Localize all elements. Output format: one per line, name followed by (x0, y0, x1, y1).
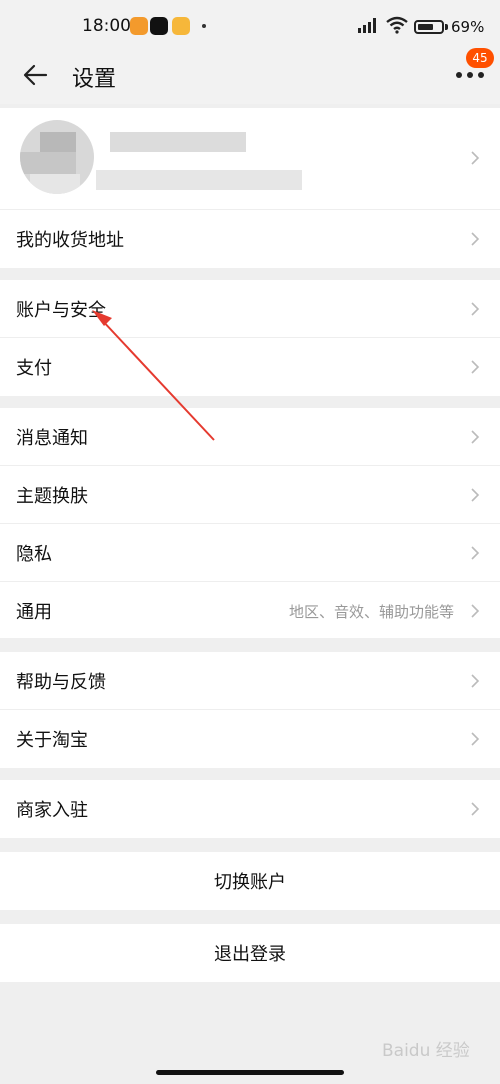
settings-item-label: 关于淘宝 (16, 730, 88, 751)
settings-item-merchant[interactable]: 商家入驻 (0, 780, 500, 838)
settings-item-notifications[interactable]: 消息通知 (0, 408, 500, 466)
battery-icon (414, 20, 444, 34)
merchant-card: 商家入驻 (0, 780, 500, 838)
nav-bar: 设置 (0, 48, 500, 104)
chevron-right-icon (471, 302, 480, 316)
settings-item-payment[interactable]: 支付 (0, 338, 500, 396)
settings-item-privacy[interactable]: 隐私 (0, 524, 500, 582)
switch-account-label: 切换账户 (214, 872, 286, 893)
settings-item-label: 账户与安全 (16, 300, 106, 321)
settings-item-label: 商家入驻 (16, 800, 88, 821)
settings-item-general[interactable]: 通用 地区、音效、辅助功能等 (0, 582, 500, 640)
status-time: 18:00 (82, 16, 131, 36)
signal-icon (358, 18, 376, 33)
status-bar: 18:00 69% (0, 0, 500, 48)
battery-level-fill (418, 24, 434, 30)
blurred-account-info (96, 170, 302, 190)
settings-item-address[interactable]: 我的收货地址 (0, 210, 500, 268)
settings-item-about[interactable]: 关于淘宝 (0, 710, 500, 768)
chevron-right-icon (471, 360, 480, 374)
chevron-right-icon (471, 232, 480, 246)
settings-item-help-feedback[interactable]: 帮助与反馈 (0, 652, 500, 710)
account-card: 账户与安全 支付 (0, 280, 500, 396)
settings-item-label: 消息通知 (16, 428, 88, 449)
settings-item-label: 支付 (16, 358, 52, 379)
notification-dot-icon (202, 24, 206, 28)
chevron-right-icon (471, 802, 480, 816)
taobao-app-icon (130, 17, 148, 35)
mail-app-icon (172, 17, 190, 35)
battery-percentage: 69% (451, 18, 485, 36)
chevron-right-icon (471, 488, 480, 502)
chevron-right-icon (471, 674, 480, 688)
general-card: 消息通知 主题换肤 隐私 通用 地区、音效、辅助功能等 (0, 408, 500, 638)
chevron-right-icon (471, 430, 480, 444)
settings-item-theme[interactable]: 主题换肤 (0, 466, 500, 524)
settings-item-hint: 地区、音效、辅助功能等 (288, 603, 454, 621)
settings-item-label: 通用 (16, 602, 52, 623)
blurred-username (110, 132, 246, 152)
settings-item-label: 主题换肤 (16, 486, 88, 507)
avatar (20, 120, 94, 194)
switch-account-button[interactable]: 切换账户 (0, 852, 500, 910)
profile-card: 我的收货地址 (0, 108, 500, 268)
settings-item-label: 帮助与反馈 (16, 672, 106, 693)
arrow-left-icon[interactable] (20, 60, 50, 90)
home-indicator[interactable] (156, 1070, 344, 1075)
help-card: 帮助与反馈 关于淘宝 (0, 652, 500, 768)
wifi-icon (386, 16, 408, 34)
logout-label: 退出登录 (214, 944, 286, 965)
chevron-right-icon (471, 604, 480, 618)
battery-tip (445, 24, 448, 30)
settings-item-account-security[interactable]: 账户与安全 (0, 280, 500, 338)
watermark: Baidu 经验 (382, 1041, 470, 1061)
message-badge: 45 (466, 48, 494, 68)
logout-button[interactable]: 退出登录 (0, 924, 500, 982)
profile-row[interactable] (0, 108, 500, 210)
settings-item-label: 我的收货地址 (16, 230, 124, 251)
chevron-right-icon (471, 546, 480, 560)
more-dots-icon[interactable] (454, 68, 486, 80)
chevron-right-icon (471, 732, 480, 746)
page-title: 设置 (72, 67, 117, 92)
tiktok-app-icon (150, 17, 168, 35)
settings-item-label: 隐私 (16, 544, 52, 565)
chevron-right-icon (471, 151, 480, 165)
